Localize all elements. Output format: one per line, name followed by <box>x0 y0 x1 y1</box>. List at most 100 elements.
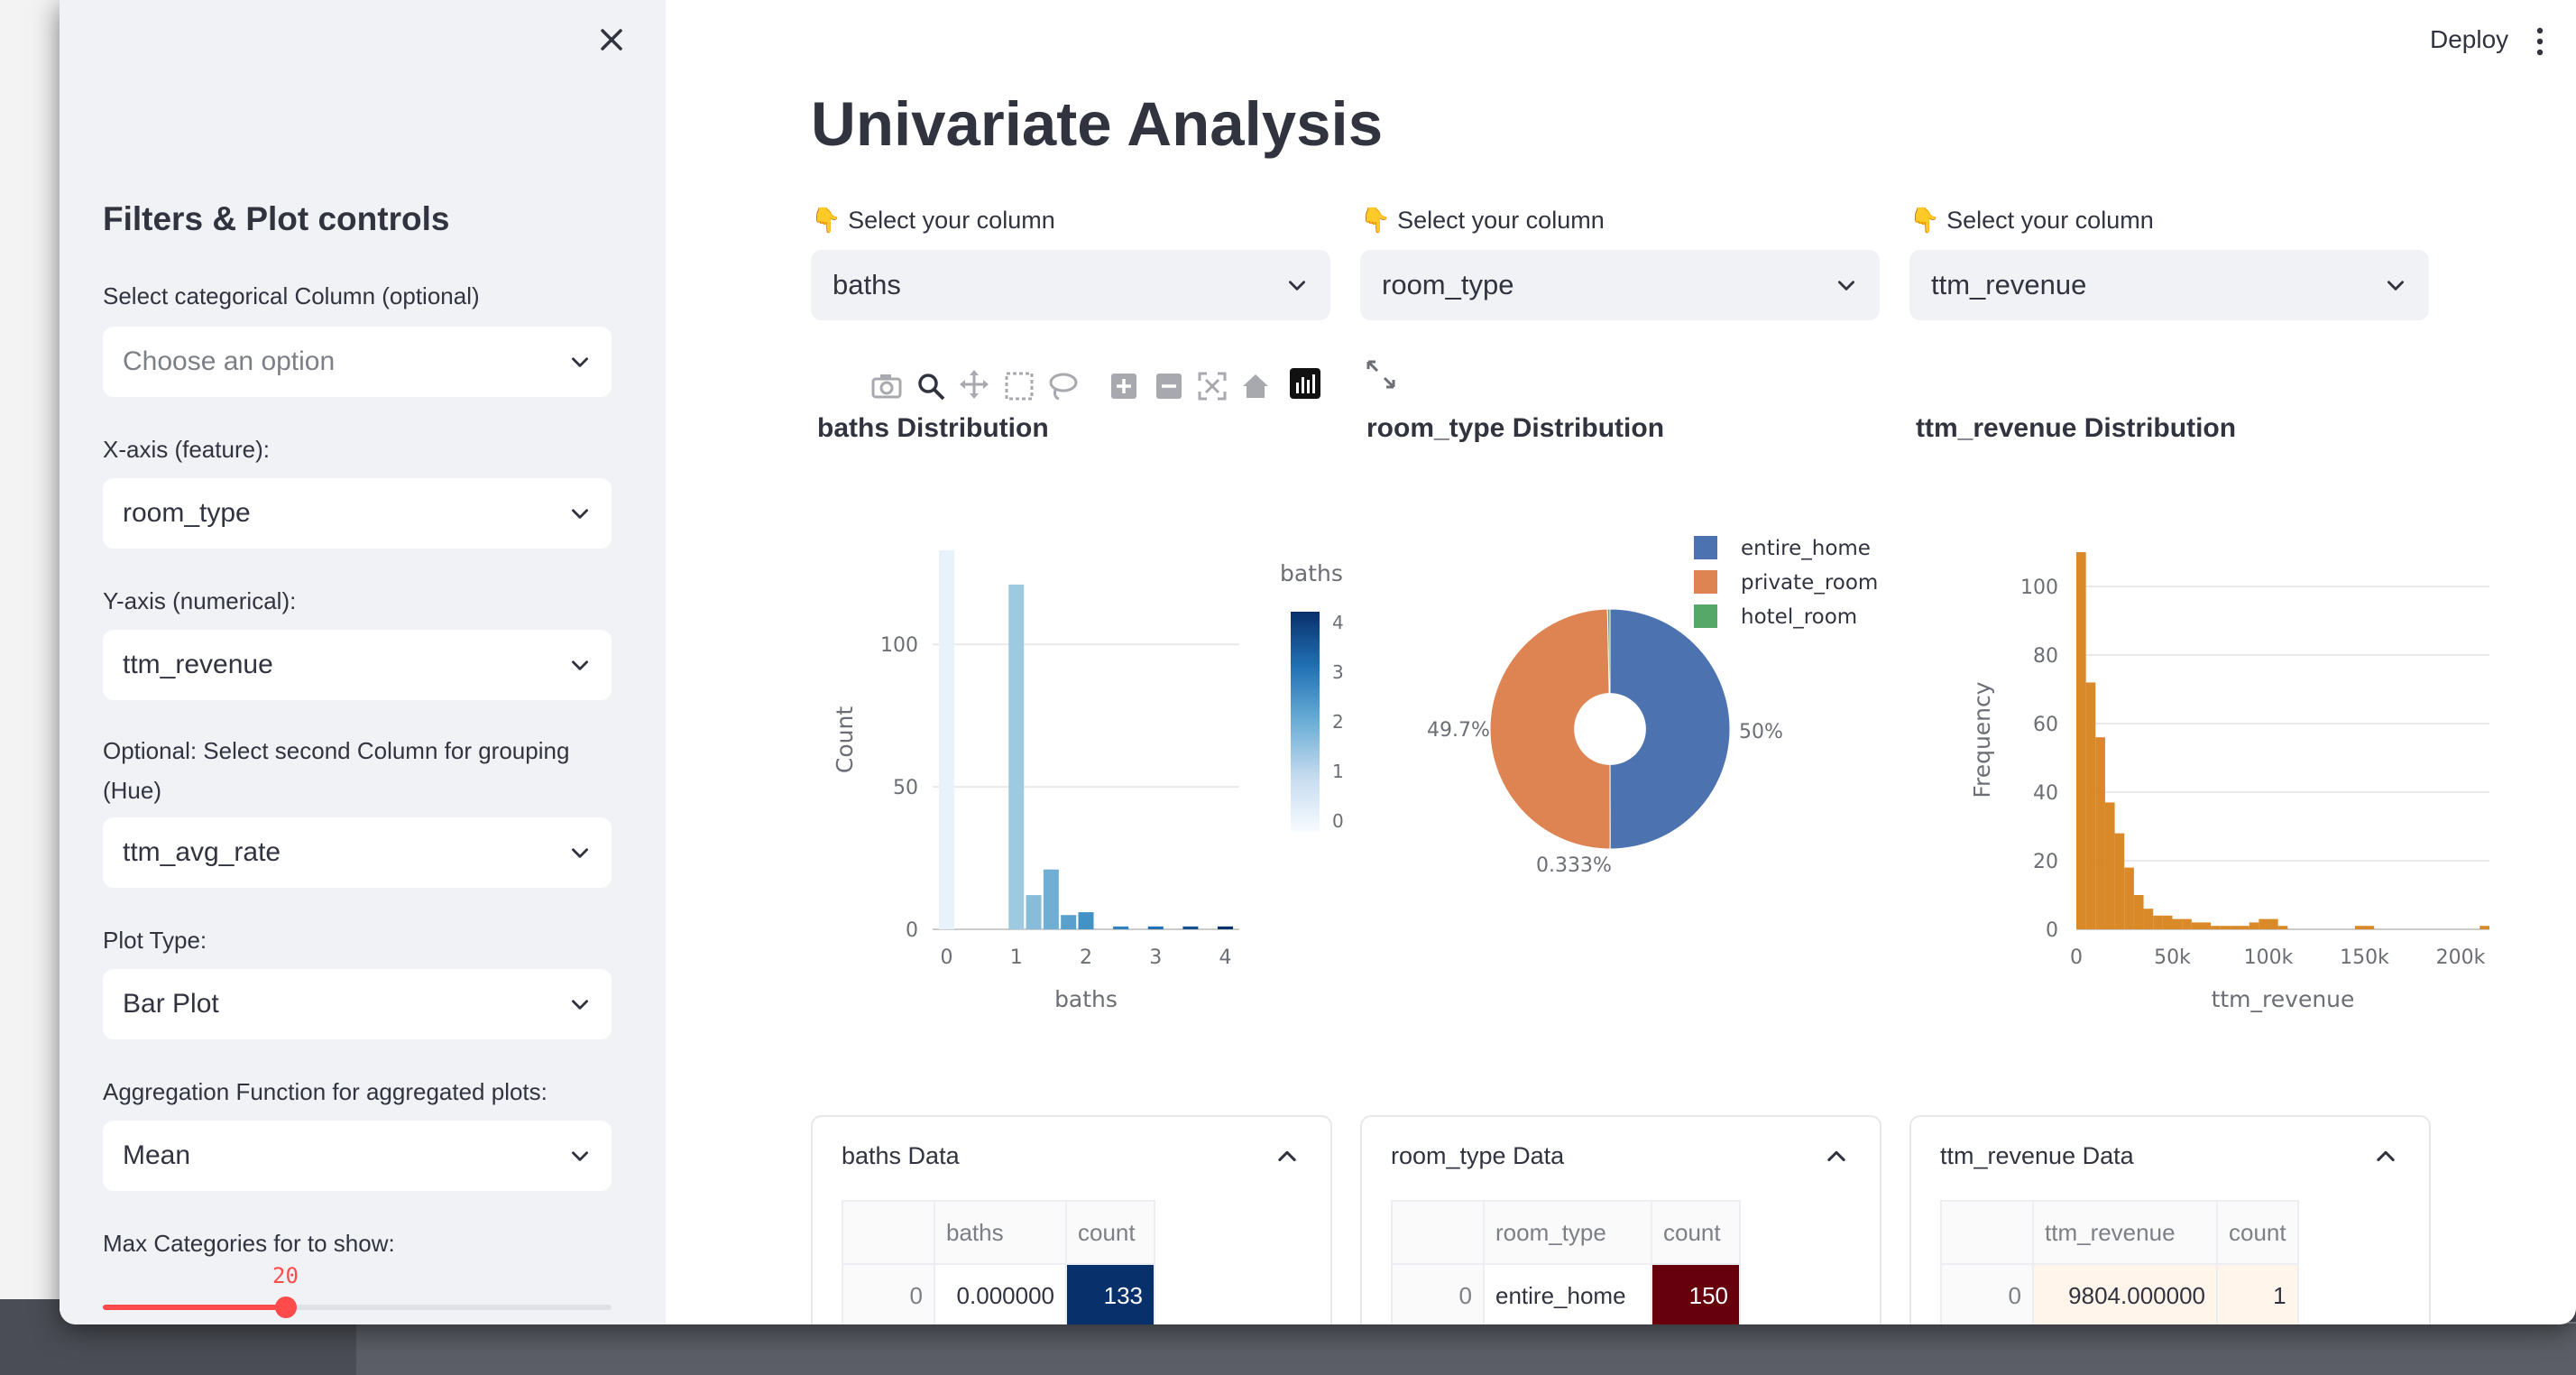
chevron-down-icon <box>1838 281 1854 291</box>
box-select-icon[interactable] <box>1005 372 1034 401</box>
x-axis-select[interactable]: room_type <box>103 478 612 549</box>
zoom-icon[interactable] <box>918 374 945 401</box>
histogram-bar <box>2143 909 2154 929</box>
column-select-3[interactable]: ttm_revenue <box>1909 250 2429 320</box>
legend-label: entire_home <box>1741 537 1871 560</box>
zoom-in-icon[interactable] <box>1111 374 1136 399</box>
y-tick-label: 60 <box>2033 714 2058 736</box>
table-cell: 0 <box>1940 1263 2034 1324</box>
main-menu-icon[interactable] <box>2531 23 2549 60</box>
close-icon <box>601 29 622 51</box>
background-taskbar <box>356 1322 2576 1375</box>
zoom-out-icon[interactable] <box>1156 374 1182 399</box>
chevron-down-icon <box>572 357 588 367</box>
slice-label: 50% <box>1739 721 1783 743</box>
autoscale-icon[interactable] <box>1198 372 1227 401</box>
y-axis-title: Frequency <box>1969 681 1995 798</box>
aggregation-label: Aggregation Function for aggregated plot… <box>103 1078 547 1105</box>
sidebar-heading: Filters & Plot controls <box>103 200 450 237</box>
y-axis-select[interactable]: ttm_revenue <box>103 630 612 700</box>
histogram-bar <box>2220 926 2231 929</box>
bar <box>1043 869 1059 929</box>
x-tick-label: 0 <box>940 946 952 969</box>
max-categories-slider[interactable] <box>103 1297 612 1318</box>
bar <box>1061 915 1077 929</box>
column-select-3-value: ttm_revenue <box>1931 269 2087 300</box>
fullscreen-icon[interactable] <box>1366 359 1396 390</box>
bar <box>1182 926 1199 929</box>
table-header-row: baths count <box>842 1200 1155 1265</box>
table-row: 0 0.000000 133 <box>842 1263 1155 1324</box>
baths-data-expander[interactable]: baths Data baths count 0 0.000000 133 <box>811 1115 1332 1324</box>
x-axis-label: X-axis (feature): <box>103 436 270 463</box>
plot-toolbar <box>871 368 1320 401</box>
chevron-down-icon <box>1289 281 1305 291</box>
pan-icon[interactable] <box>960 370 989 399</box>
bar <box>1147 926 1164 929</box>
x-tick-label: 0 <box>2070 946 2083 969</box>
histogram-bar <box>2172 918 2183 929</box>
table-cell: 0 <box>842 1263 935 1324</box>
colorbar-tick-label: 4 <box>1332 612 1343 633</box>
slider-thumb[interactable] <box>275 1297 298 1318</box>
plot-type-value: Bar Plot <box>123 989 219 1019</box>
room-type-data-expander[interactable]: room_type Data room_type count 0 entire_… <box>1360 1115 1881 1324</box>
plot-type-select[interactable]: Bar Plot <box>103 969 612 1039</box>
chevron-up-icon <box>1278 1150 1296 1162</box>
table-header: count <box>2216 1200 2299 1265</box>
chart-title-3: ttm_revenue Distribution <box>1916 413 2237 443</box>
hue-label: Optional: Select second Column for group… <box>103 737 570 804</box>
histogram-bar <box>2133 895 2144 929</box>
y-tick-label: 80 <box>2033 645 2058 668</box>
x-tick-label: 50k <box>2154 946 2191 969</box>
histogram-bar <box>2230 926 2240 929</box>
ttm-revenue-histogram: 0 20 40 60 80 100 0 50k 100k 150k 200k ttm_revenue F… <box>1969 552 2489 1012</box>
histogram-bar <box>2364 926 2375 929</box>
plot-type-label: Plot Type: <box>103 927 207 954</box>
slice-label: 49.7% <box>1427 719 1490 742</box>
bar <box>1113 926 1129 929</box>
camera-icon[interactable] <box>871 374 902 399</box>
table-cell: 0.000000 <box>934 1263 1067 1324</box>
expander-title: baths Data <box>842 1142 960 1169</box>
chevron-up-icon <box>2377 1150 2395 1162</box>
data-table: room_type count 0 entire_home 150 <box>1391 1200 1741 1324</box>
chevron-down-icon <box>572 1000 588 1010</box>
select-column-label-2: 👇 Select your column <box>1360 207 1605 234</box>
categorical-column-select[interactable]: Choose an option <box>103 327 612 397</box>
table-header: baths <box>934 1200 1067 1265</box>
x-tick-label: 2 <box>1080 946 1092 969</box>
close-sidebar-button[interactable] <box>592 22 631 61</box>
baths-bar-chart: 0 50 100 0 1 2 3 4 baths Count baths 0 1 2 3 4 <box>832 550 1343 1012</box>
deploy-button[interactable]: Deploy <box>2417 20 2521 60</box>
column-select-2[interactable]: room_type <box>1360 250 1880 320</box>
expander-title: ttm_revenue Data <box>1940 1142 2134 1169</box>
y-axis-label: Y-axis (numerical): <box>103 587 297 614</box>
data-table: ttm_revenue count 0 9804.000000 1 <box>1940 1200 2299 1324</box>
colorbar-tick-label: 0 <box>1332 810 1343 832</box>
reset-axes-icon[interactable] <box>1243 374 1268 398</box>
bar <box>1008 584 1025 929</box>
histogram-bar <box>2182 918 2192 929</box>
x-tick-label: 1 <box>1010 946 1023 969</box>
column-select-1[interactable]: baths <box>811 250 1330 320</box>
hue-select[interactable]: ttm_avg_rate <box>103 817 612 888</box>
pie-hole <box>1574 693 1646 765</box>
histogram-bar <box>2124 867 2134 929</box>
lasso-icon[interactable] <box>1049 373 1078 401</box>
plotly-logo-icon[interactable] <box>1290 368 1320 399</box>
y-axis-value: ttm_revenue <box>123 650 273 679</box>
histogram-bar <box>2201 922 2212 929</box>
column-select-1-value: baths <box>833 269 901 300</box>
x-tick-label: 100k <box>2244 946 2294 969</box>
y-axis-title: Count <box>832 706 858 773</box>
colorbar-tick-label: 2 <box>1332 711 1343 733</box>
chevron-down-icon <box>572 509 588 519</box>
categorical-column-label: Select categorical Column (optional) <box>103 282 480 309</box>
aggregation-select[interactable]: Mean <box>103 1121 612 1191</box>
histogram-bar <box>2259 918 2269 929</box>
legend-label: private_room <box>1741 571 1878 595</box>
ttm-revenue-data-expander[interactable]: ttm_revenue Data ttm_revenue count 0 980… <box>1909 1115 2431 1324</box>
table-cell: 9804.000000 <box>2032 1263 2218 1324</box>
histogram-bar <box>2085 682 2096 929</box>
